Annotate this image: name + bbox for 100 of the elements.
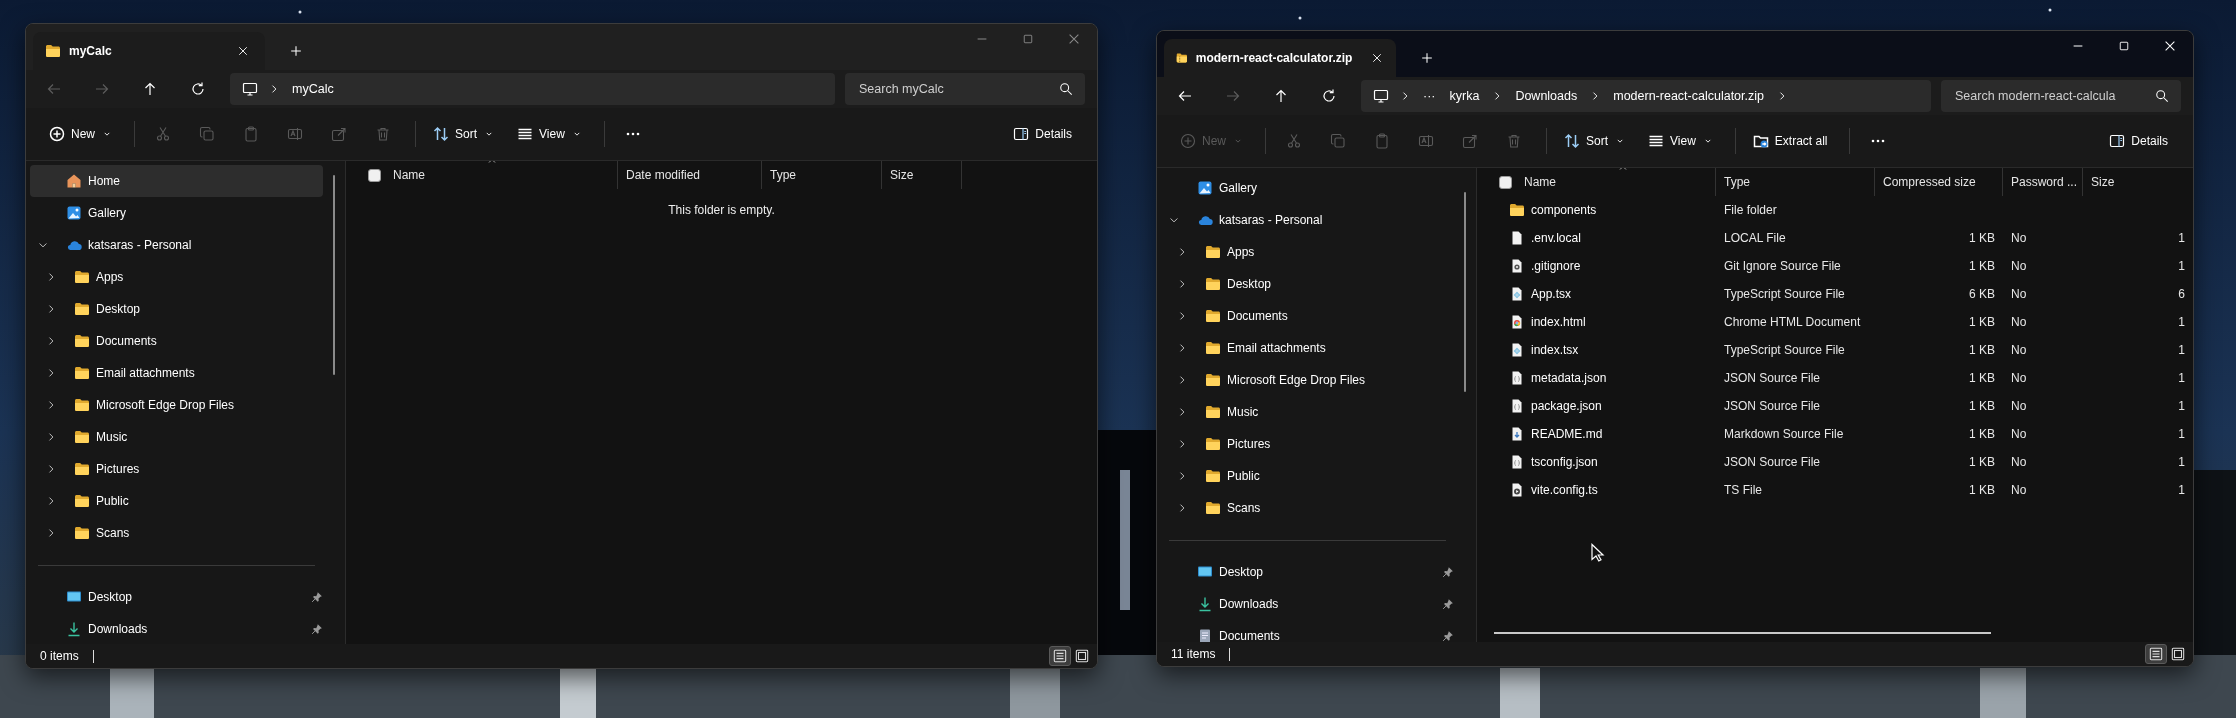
nav-item[interactable]: Desktop	[1161, 556, 1454, 588]
nav-item[interactable]: Email attachments	[1161, 332, 1454, 364]
folder-icon	[74, 333, 90, 349]
folder-icon	[1205, 500, 1221, 516]
plus-icon	[1420, 51, 1434, 65]
table-cell-text: No	[2010, 454, 2028, 471]
details-button[interactable]: Details	[2100, 125, 2177, 157]
scrollbar[interactable]	[1464, 192, 1466, 392]
scrollbar[interactable]	[333, 175, 335, 375]
item-count: 11 items	[1171, 647, 1216, 661]
refresh-icon	[1321, 88, 1337, 104]
table-cell-text: JSON Source File	[1723, 454, 1822, 471]
file-row[interactable]: vite.config.ts TS File 1 KB No 1	[1477, 476, 2193, 504]
nav-item[interactable]: Desktop	[30, 293, 323, 325]
file-row[interactable]: tsconfig.json JSON Source File 1 KB No 1	[1477, 448, 2193, 476]
details-view-button[interactable]	[1049, 646, 1071, 666]
nav-item[interactable]: Home	[30, 165, 323, 197]
breadcrumb[interactable]: modern-react-calculator.zip	[1611, 89, 1766, 103]
breadcrumb[interactable]: Downloads	[1513, 89, 1580, 103]
sort-button[interactable]: Sort	[424, 118, 505, 150]
nav-item[interactable]: katsaras - Personal	[1161, 204, 1454, 236]
close-icon	[237, 45, 249, 57]
nav-item[interactable]: katsaras - Personal	[30, 229, 323, 261]
table-cell-text: 1 KB	[1968, 258, 1996, 275]
nav-item[interactable]: Desktop	[30, 581, 323, 613]
nav-item[interactable]: Public	[30, 485, 323, 517]
column-header[interactable]: Name	[1477, 168, 1716, 196]
column-header[interactable]: Date modified	[618, 161, 762, 189]
select-all-checkbox[interactable]	[1499, 175, 1512, 189]
nav-item[interactable]: Documents	[1161, 620, 1454, 642]
details-view-button[interactable]	[2145, 644, 2167, 664]
column-header[interactable]: Size	[882, 161, 962, 189]
address-bar[interactable]: myCalc	[230, 73, 835, 105]
nav-item[interactable]: Desktop	[1161, 268, 1454, 300]
file-row[interactable]: metadata.json JSON Source File 1 KB No 1	[1477, 364, 2193, 392]
folder-icon	[1205, 468, 1221, 484]
select-all-checkbox[interactable]	[368, 168, 381, 182]
search-field[interactable]: Search myCalc	[845, 73, 1085, 105]
nav-item[interactable]: Public	[1161, 460, 1454, 492]
table-cell-text: No	[2010, 398, 2028, 415]
nav-item[interactable]: Scans	[30, 517, 323, 549]
sort-button[interactable]: Sort	[1555, 125, 1636, 157]
file-row[interactable]: README.md Markdown Source File 1 KB No 1	[1477, 420, 2193, 448]
new-button[interactable]: New	[40, 118, 122, 150]
nav-item[interactable]: Apps	[1161, 236, 1454, 268]
details-button[interactable]: Details	[1004, 118, 1081, 150]
file-row[interactable]: index.html Chrome HTML Document 1 KB No 1	[1477, 308, 2193, 336]
scrollbar[interactable]	[1494, 632, 1991, 634]
search-field[interactable]: Search modern-react-calcula	[1941, 80, 2181, 112]
nav-item[interactable]: Music	[30, 421, 323, 453]
nav-item[interactable]: Music	[1161, 396, 1454, 428]
nav-item[interactable]: Email attachments	[30, 357, 323, 389]
extract-button[interactable]: Extract all	[1743, 125, 1837, 157]
nav-item[interactable]: Documents	[30, 325, 323, 357]
nav-item[interactable]: Downloads	[30, 613, 323, 644]
breadcrumb[interactable]: ···	[1421, 89, 1438, 103]
column-header[interactable]: Type	[1716, 168, 1875, 196]
tab[interactable]: myCalc	[33, 32, 265, 70]
nav-item[interactable]: Gallery	[1161, 172, 1454, 204]
computer-icon	[1373, 88, 1389, 104]
nav-item[interactable]: Downloads	[1161, 588, 1454, 620]
file-row[interactable]: .env.local LOCAL File 1 KB No 1	[1477, 224, 2193, 252]
breadcrumb[interactable]: myCalc	[290, 82, 336, 96]
file-row[interactable]: components File folder	[1477, 196, 2193, 224]
table-cell-text: 1 KB	[1968, 230, 1996, 247]
nav-item[interactable]: Scans	[1161, 492, 1454, 524]
file-name: App.tsx	[1531, 287, 1572, 301]
column-header[interactable]: Type	[762, 161, 882, 189]
address-bar[interactable]: ··· kyrka Downloads modern-react-calculator.zip	[1361, 80, 1931, 112]
pin-icon	[1442, 598, 1454, 610]
column-header[interactable]: Password ...	[2003, 168, 2083, 196]
file-row[interactable]: index.tsx TypeScript Source File 1 KB No 1	[1477, 336, 2193, 364]
view-button[interactable]: View	[1639, 125, 1723, 157]
nav-item[interactable]: Documents	[1161, 300, 1454, 332]
nav-item[interactable]: Apps	[30, 261, 323, 293]
close-icon	[1067, 32, 1081, 46]
table-cell-text: No	[2010, 286, 2028, 303]
nav-item[interactable]: Gallery	[30, 197, 323, 229]
file-row[interactable]: .gitignore Git Ignore Source File 1 KB No 1	[1477, 252, 2193, 280]
column-header[interactable]: Name	[346, 161, 618, 189]
nav-item[interactable]: Pictures	[1161, 428, 1454, 460]
tile-view-icon	[1075, 649, 1089, 663]
table-cell-text: 1	[2177, 426, 2186, 443]
nav-item[interactable]: Microsoft Edge Drop Files	[1161, 364, 1454, 396]
column-header[interactable]: Size	[2083, 168, 2193, 196]
view-button[interactable]: View	[508, 118, 592, 150]
tab[interactable]: modern-react-calculator.zip	[1164, 39, 1396, 77]
pin-icon	[311, 591, 323, 603]
file-row[interactable]: App.tsx TypeScript Source File 6 KB No 6	[1477, 280, 2193, 308]
search-icon	[2155, 89, 2169, 103]
table-cell-text: TypeScript Source File	[1723, 342, 1846, 359]
details-pane-icon	[2109, 133, 2126, 149]
nav-item[interactable]: Microsoft Edge Drop Files	[30, 389, 323, 421]
image-icon	[66, 205, 82, 221]
nav-item[interactable]: Pictures	[30, 453, 323, 485]
file-name: .gitignore	[1531, 259, 1581, 273]
breadcrumb[interactable]: kyrka	[1447, 89, 1482, 103]
column-header[interactable]: Compressed size	[1875, 168, 2003, 196]
file-row[interactable]: package.json JSON Source File 1 KB No 1	[1477, 392, 2193, 420]
table-cell-text: 1	[2177, 398, 2186, 415]
